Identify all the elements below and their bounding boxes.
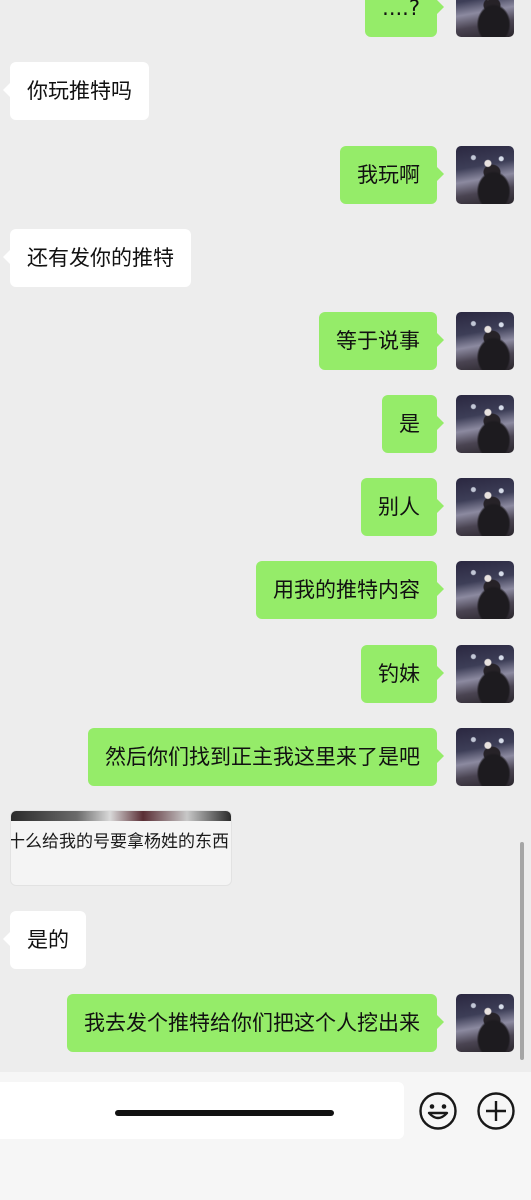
outgoing-message-bubble[interactable]: 钓妹 — [361, 645, 444, 703]
plus-circle-icon — [477, 1092, 515, 1130]
message-text: 是 — [399, 412, 420, 436]
my-avatar[interactable] — [456, 312, 514, 370]
my-avatar[interactable] — [456, 645, 514, 703]
outgoing-message-bubble[interactable]: 等于说事 — [319, 312, 444, 370]
outgoing-message-bubble[interactable]: ....? — [365, 0, 444, 37]
my-avatar[interactable] — [456, 994, 514, 1052]
my-avatar[interactable] — [456, 395, 514, 453]
my-avatar[interactable] — [456, 146, 514, 204]
card-title: 十么给我的号要拿杨姓的东西 — [10, 832, 229, 852]
outgoing-message-bubble[interactable]: 我玩啊 — [340, 146, 444, 204]
smiley-face-icon — [419, 1092, 457, 1130]
message-text: 然后你们找到正主我这里来了是吧 — [105, 745, 420, 769]
message-text: 我去发个推特给你们把这个人挖出来 — [84, 1011, 420, 1035]
outgoing-message-bubble[interactable]: 我去发个推特给你们把这个人挖出来 — [67, 994, 444, 1052]
message-text: 我玩啊 — [357, 163, 420, 187]
message-text: ....? — [382, 0, 420, 20]
outgoing-message-bubble[interactable]: 别人 — [361, 478, 444, 536]
emoji-button[interactable] — [418, 1091, 458, 1131]
message-input-bar — [0, 1072, 531, 1200]
incoming-message-bubble[interactable]: 是的 — [3, 911, 86, 969]
outgoing-message-bubble[interactable]: 然后你们找到正主我这里来了是吧 — [88, 728, 444, 786]
my-avatar[interactable] — [456, 0, 514, 37]
incoming-message-bubble[interactable]: 你玩推特吗 — [3, 62, 149, 120]
outgoing-message-bubble[interactable]: 是 — [382, 395, 444, 453]
message-text: 钓妹 — [378, 662, 420, 686]
more-button[interactable] — [476, 1091, 516, 1131]
message-text: 用我的推特内容 — [273, 578, 420, 602]
my-avatar[interactable] — [456, 561, 514, 619]
message-text: 别人 — [378, 495, 420, 519]
outgoing-message-bubble[interactable]: 用我的推特内容 — [256, 561, 444, 619]
my-avatar[interactable] — [456, 728, 514, 786]
chat-message-list[interactable]: ....? 你玩推特吗 我玩啊 还有发你的推特 等于说事 是 别人 用我的推特内… — [0, 0, 531, 1072]
my-avatar[interactable] — [456, 478, 514, 536]
message-text: 等于说事 — [336, 329, 420, 353]
shared-link-card[interactable]: 十么给我的号要拿杨姓的东西 — [10, 810, 232, 886]
scrollbar[interactable] — [520, 842, 524, 1060]
message-text: 还有发你的推特 — [27, 246, 174, 270]
incoming-message-bubble[interactable]: 还有发你的推特 — [3, 229, 191, 287]
message-text: 你玩推特吗 — [27, 79, 132, 103]
home-indicator[interactable] — [115, 1110, 334, 1116]
message-text: 是的 — [27, 928, 69, 952]
card-thumbnail-strip — [11, 811, 231, 821]
